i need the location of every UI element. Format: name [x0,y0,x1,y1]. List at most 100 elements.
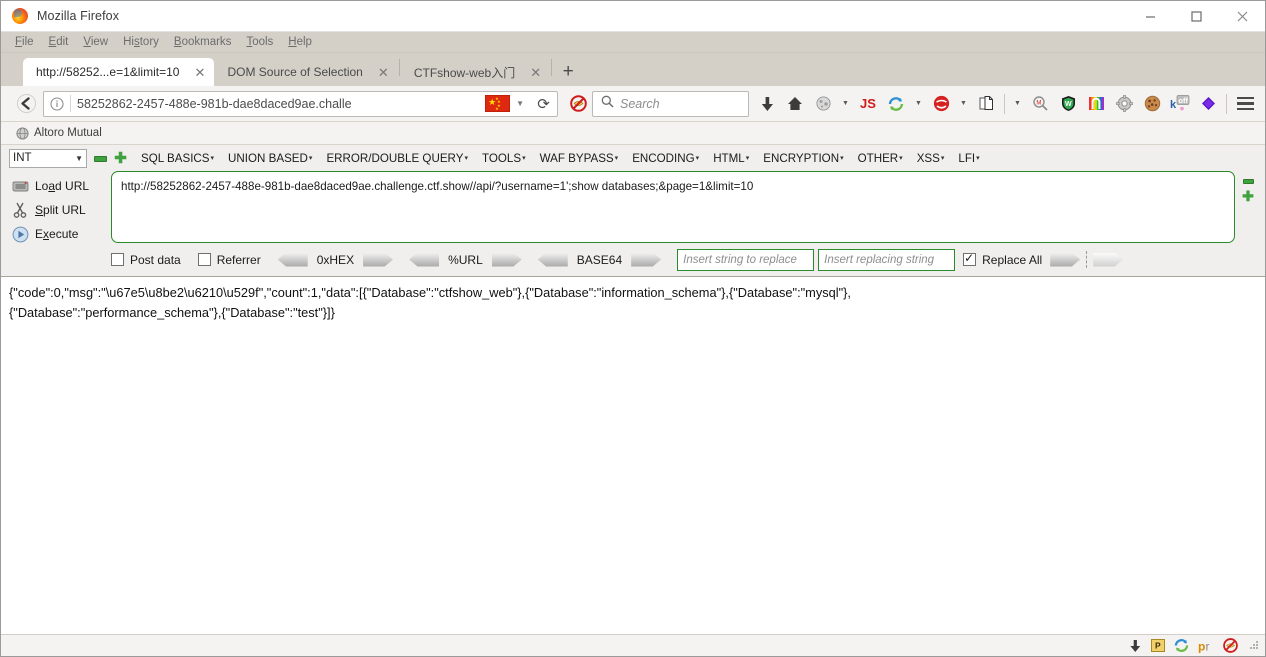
close-button[interactable] [1219,1,1265,32]
status-p-badge-icon[interactable]: P [1151,639,1165,652]
cookie-icon[interactable] [1138,89,1166,119]
hex-encode-button[interactable] [363,252,394,267]
base64-encode-button[interactable] [631,252,662,267]
add-line-button[interactable]: ✚ [1242,189,1254,203]
tab-0[interactable]: http://58252...e=1&limit=10 ✕ [23,58,215,86]
hex-decode-button[interactable] [277,252,308,267]
load-url-button[interactable]: Load URL [5,174,111,198]
hamburger-menu-icon[interactable] [1231,96,1259,111]
overflow-caret-icon[interactable]: ▼ [1009,89,1026,119]
remove-variable-button[interactable] [94,155,107,162]
chevron-down-icon: ▾ [614,154,619,162]
menu-edit[interactable]: Edit [42,34,77,50]
bookmarks-bar: Altoro Mutual [1,122,1265,145]
identity-info-icon[interactable] [44,96,70,111]
hackbar-menu-html[interactable]: HTML▾ [713,152,749,165]
minimize-button[interactable] [1127,1,1173,32]
post-data-label: Post data [130,252,181,267]
menu-view[interactable]: View [76,34,116,50]
toolbar-divider [1226,93,1227,114]
hackbar-menu-sql-basics[interactable]: SQL BASICS▾ [141,152,214,165]
noscript-icon[interactable] [564,89,592,119]
hackbar-menu-waf-bypass[interactable]: WAF BYPASS▾ [540,152,619,165]
menu-tools[interactable]: Tools [239,34,281,50]
tab-2[interactable]: CTFshow-web入门 ✕ [401,58,550,86]
split-url-label: Split URL [35,203,86,217]
moon-icon[interactable] [809,89,837,119]
remove-line-button[interactable] [1242,179,1254,184]
url-bar[interactable]: 58252862-2457-488e-981b-dae8daced9ae.cha… [43,90,558,117]
variable-type-select[interactable]: INT ▼ [9,148,87,168]
status-swap-icon[interactable] [1174,638,1189,653]
referrer-checkbox[interactable] [197,253,211,266]
post-data-checkbox[interactable] [111,253,124,266]
red-face-dropdown-caret-icon[interactable]: ▼ [955,89,972,119]
tab-2-close-icon[interactable]: ✕ [527,64,544,81]
execute-button[interactable]: Execute [5,222,111,246]
tab-2-label: CTFshow-web入门 [413,65,516,80]
hackbar-menu-encryption[interactable]: ENCRYPTION▾ [763,152,843,165]
search-box[interactable]: Search [592,90,749,117]
js-toggle-icon[interactable]: JS [854,89,882,119]
hackbar-menu-error-double-query[interactable]: ERROR/DOUBLE QUERY▾ [326,152,468,165]
status-download-icon[interactable] [1129,639,1142,653]
status-noscript-icon[interactable] [1223,638,1238,653]
swap-dropdown-caret-icon[interactable]: ▼ [910,89,927,119]
download-icon[interactable] [753,89,781,119]
rainbow-icon[interactable] [1082,89,1110,119]
menu-bookmarks[interactable]: Bookmarks [167,34,240,50]
base64-label: BASE64 [576,252,623,267]
hackbar-panel: INT ▼ ✚ SQL BASICS▾ UNION BASED▾ ERROR/D… [1,145,1265,277]
diamond-icon[interactable] [1194,89,1222,119]
hackbar-menu-union-based[interactable]: UNION BASED▾ [228,152,312,165]
reload-button-icon[interactable]: ⟳ [530,95,557,113]
post-data-option[interactable]: Post data [111,253,181,267]
home-icon[interactable] [781,89,809,119]
svg-text:W: W [1065,101,1072,108]
menu-help[interactable]: Help [281,34,320,50]
base64-decode-button[interactable] [537,252,568,267]
status-pr-icon[interactable]: p r [1198,639,1214,653]
back-button-icon[interactable] [11,89,41,119]
hackbar-menu-other[interactable]: OTHER▾ [858,152,903,165]
search-input[interactable]: Search [620,97,660,111]
hackbar-menu-encoding[interactable]: ENCODING▾ [632,152,699,165]
gear-icon[interactable] [1110,89,1138,119]
resize-grip[interactable] [1250,641,1259,650]
menu-file[interactable]: FFileile [8,34,42,50]
replace-to-input[interactable]: Insert replacing string [818,248,956,271]
title-bar: Mozilla Firefox [1,1,1265,32]
maximize-button[interactable] [1173,1,1219,32]
referrer-option[interactable]: Referrer [197,253,261,267]
url-text[interactable]: 58252862-2457-488e-981b-dae8daced9ae.cha… [71,97,485,111]
china-flag-icon[interactable]: ★ ★ ★ ★ ★ [485,95,511,112]
zoom-search-icon[interactable]: M [1026,89,1054,119]
hackbar-menu-xss[interactable]: XSS▾ [917,152,945,165]
url-encode-button[interactable] [491,252,522,267]
hackbar-menu-lfi[interactable]: LFI▾ [958,152,979,165]
hackbar-menu-tools[interactable]: TOOLS▾ [482,152,526,165]
shield-icon[interactable]: W [1054,89,1082,119]
menu-label: OTHER [857,151,899,165]
replace-all-option[interactable]: Replace All [963,251,1042,267]
replace-apply-button[interactable] [1050,252,1081,267]
split-url-button[interactable]: Split URL [5,198,111,222]
url-decode-button[interactable] [409,252,440,267]
replace-from-input[interactable]: Insert string to replace [677,248,815,271]
tab-0-close-icon[interactable]: ✕ [191,64,208,81]
url-textarea[interactable]: http://58252862-2457-488e-981b-dae8daced… [111,171,1235,243]
moon-dropdown-caret-icon[interactable]: ▼ [837,89,854,119]
proxy-off-icon[interactable]: k off [1166,89,1194,119]
copy-icon[interactable] [972,89,1000,119]
replace-all-checkbox[interactable] [963,251,977,266]
tab-1[interactable]: DOM Source of Selection ✕ [214,58,397,86]
red-face-icon[interactable] [927,89,955,119]
swap-icon[interactable] [882,89,910,119]
bookmark-altoro-mutual[interactable]: Altoro Mutual [11,126,107,141]
tab-1-close-icon[interactable]: ✕ [375,64,392,81]
add-variable-button[interactable]: ✚ [114,151,127,166]
replace-revert-button[interactable] [1093,252,1124,267]
new-tab-button[interactable]: + [553,58,583,86]
menu-history[interactable]: History [116,34,167,50]
url-dropdown-caret-icon[interactable]: ▼ [512,99,530,108]
